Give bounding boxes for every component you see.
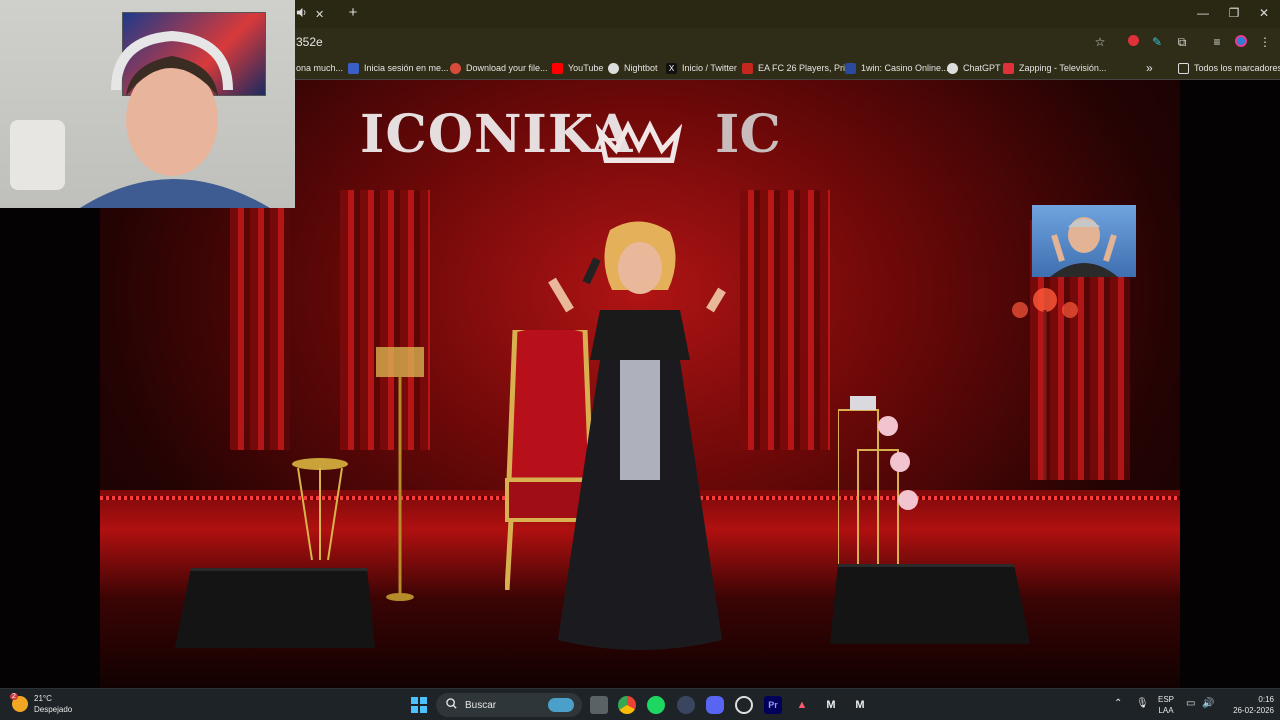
bookmark-favicon-icon — [742, 62, 753, 74]
search-label: Buscar — [465, 699, 497, 711]
clock-time: 0:16 — [1258, 695, 1274, 704]
lang-bottom: LAA — [1158, 706, 1174, 715]
weather-temp: 21°C — [34, 694, 52, 703]
gold-table-left — [292, 458, 348, 561]
reactor-person-image — [1050, 217, 1118, 277]
clock[interactable]: 0:16 26-02-2026 — [1222, 694, 1274, 716]
network-icon[interactable]: ▭ — [1186, 698, 1195, 709]
microphone-icon[interactable]: 🎙 — [1136, 698, 1149, 709]
bookmark-favicon-icon — [845, 62, 856, 74]
extension-red-icon[interactable] — [1126, 35, 1140, 49]
restore-button[interactable]: ❐ — [1228, 6, 1240, 20]
curtain-right — [740, 190, 830, 450]
secondary-webcam-overlay — [1032, 205, 1136, 277]
search-highlight-icon — [548, 698, 574, 712]
language-indicator[interactable]: ESP LAA — [1158, 694, 1174, 716]
all-bookmarks-label: Todos los marcadores — [1194, 63, 1280, 73]
extensions-puzzle-icon[interactable]: ⧉ — [1175, 35, 1189, 49]
bookmark-label: YouTube — [568, 63, 604, 73]
address-bar[interactable]: 352e — [296, 35, 323, 49]
app-circle-icon[interactable] — [735, 696, 753, 714]
bookmark-label: Zapping - Televisión... — [1019, 63, 1107, 73]
flower-stand-right — [838, 396, 918, 570]
bookmark-item[interactable]: Nightbot — [608, 61, 658, 75]
new-tab-button[interactable]: + — [346, 5, 360, 21]
streamer-webcam-overlay — [0, 0, 295, 208]
chatgpt-icon — [947, 62, 958, 74]
app-triangle-icon[interactable]: ▲ — [793, 696, 811, 714]
candelabra-right — [1012, 288, 1078, 480]
media-controls-icon[interactable]: ≡ — [1210, 35, 1224, 49]
bookmark-item[interactable]: Zapping - Televisión... — [1003, 61, 1106, 75]
bookmark-label: EA FC 26 Players, Pri... — [758, 63, 853, 73]
youtube-icon — [552, 62, 563, 74]
bookmark-favicon-icon — [1003, 62, 1014, 74]
weather-desc: Despejado — [34, 705, 73, 714]
speaker-icon[interactable] — [296, 7, 307, 21]
extension-translate-icon[interactable]: ✎ — [1150, 35, 1164, 49]
bookmark-favicon-icon — [450, 62, 461, 74]
bookmark-item[interactable]: Download your file... — [450, 61, 548, 75]
app-icon[interactable] — [677, 696, 695, 714]
menu-kebab-icon[interactable]: ⋮ — [1258, 35, 1272, 49]
spotify-icon[interactable] — [647, 696, 665, 714]
tray-chevron-icon[interactable]: ⌃ — [1114, 698, 1122, 709]
candelabra-left — [376, 347, 424, 601]
weather-widget[interactable]: 2 21°C Despejado — [10, 693, 73, 715]
bookmark-item[interactable]: ona much... — [296, 61, 343, 75]
app-m-icon[interactable]: M — [822, 696, 840, 714]
bookmark-label: Inicio / Twitter — [682, 63, 737, 73]
nightbot-icon — [608, 62, 619, 74]
active-tab[interactable]: ✕ — [296, 4, 344, 24]
app-m2-icon[interactable]: M — [851, 696, 869, 714]
bookmark-label: Nightbot — [624, 63, 658, 73]
show-logo-text-partial: IC — [715, 104, 781, 165]
taskbar-search[interactable]: Buscar — [436, 693, 582, 717]
bookmark-item[interactable]: X Inicio / Twitter — [666, 61, 737, 75]
clock-date: 26-02-2026 — [1233, 706, 1274, 715]
bookmark-item[interactable]: YouTube — [552, 61, 603, 75]
windows-start-icon[interactable] — [410, 696, 428, 714]
bookmark-label: Download your file... — [466, 63, 548, 73]
x-twitter-icon: X — [666, 62, 677, 74]
lang-top: ESP — [1158, 695, 1175, 704]
chrome-icon[interactable] — [618, 696, 636, 714]
search-icon — [446, 698, 457, 712]
close-window-button[interactable]: ✕ — [1258, 6, 1270, 20]
stage-speaker-left — [175, 568, 375, 648]
stage-speaker-right — [830, 564, 1030, 644]
tab-close-icon[interactable]: ✕ — [315, 8, 324, 21]
all-bookmarks-button[interactable]: Todos los marcadores — [1178, 61, 1280, 75]
bookmark-label: ona much... — [296, 63, 344, 73]
screen: ✕ + — ❐ ✕ 352e ☆ ✎ ⧉ ≡ ⋮ ona much... Ini… — [0, 0, 1280, 720]
bookmark-item[interactable]: ChatGPT — [947, 61, 1001, 75]
crown-logo-icon — [596, 120, 682, 163]
streamer-person-image — [10, 30, 270, 208]
bookmark-item[interactable]: 1win: Casino Online... — [845, 61, 949, 75]
premiere-icon[interactable]: Pr — [764, 696, 782, 714]
curtain-left — [230, 190, 290, 450]
performer-figure — [548, 221, 726, 650]
bookmark-label: Inicia sesión en me... — [364, 63, 449, 73]
bookmark-label: ChatGPT — [963, 63, 1001, 73]
discord-icon[interactable] — [706, 696, 724, 714]
bookmark-favicon-icon — [348, 62, 359, 74]
volume-icon[interactable]: 🔊 — [1202, 698, 1214, 709]
bookmark-star-icon[interactable]: ☆ — [1093, 35, 1107, 49]
minimize-button[interactable]: — — [1197, 6, 1209, 20]
bookmark-item[interactable]: EA FC 26 Players, Pri... — [742, 61, 853, 75]
profile-avatar-icon[interactable] — [1234, 35, 1248, 49]
folder-icon — [1178, 62, 1189, 74]
task-view-icon[interactable] — [590, 696, 608, 714]
bookmarks-overflow-button[interactable]: » — [1146, 61, 1153, 75]
show-logo-text: ICONIKA — [360, 104, 634, 165]
weather-badge: 2 — [10, 693, 18, 700]
bookmark-label: 1win: Casino Online... — [861, 63, 949, 73]
windows-taskbar: 2 21°C Despejado Buscar Pr ▲ M M ⌃ 🎙 ESP… — [0, 688, 1280, 720]
bookmark-item[interactable]: Inicia sesión en me... — [348, 61, 449, 75]
